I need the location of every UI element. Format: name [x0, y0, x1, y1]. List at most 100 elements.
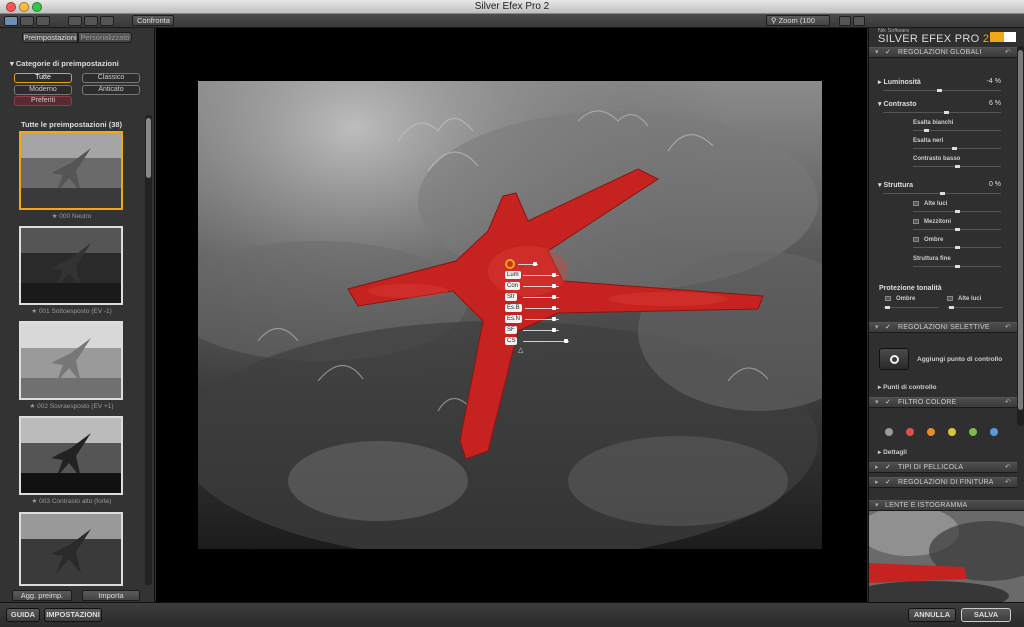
contrasto-knob[interactable]: [944, 111, 949, 114]
fullscreen-icon[interactable]: [853, 16, 865, 26]
section-lens-header[interactable]: ▾ LENTE E ISTOGRAMMA: [869, 500, 1024, 511]
category-classico[interactable]: Classico: [82, 73, 140, 83]
struttura-label[interactable]: ▾ Struttura: [878, 181, 913, 189]
reset-icon[interactable]: ↶: [1005, 478, 1011, 487]
cp-tag-sf[interactable]: SF: [505, 326, 517, 334]
section-global-header[interactable]: ▾ ✓ REGOLAZIONI GLOBALI ↶: [869, 47, 1017, 58]
loupe-icon[interactable]: [839, 16, 851, 26]
triangle-down-icon: ▾: [875, 324, 879, 331]
add-control-point-label[interactable]: Aggiungi punto di controllo: [917, 356, 1002, 363]
lens-preview[interactable]: [869, 511, 1024, 602]
reset-icon[interactable]: ↶: [1005, 323, 1011, 332]
control-point-handle-icon[interactable]: [505, 259, 515, 269]
layout-single-icon[interactable]: [68, 16, 82, 26]
section-selective-header[interactable]: ▾ ✓ REGOLAZIONI SELETTIVE ↶: [869, 322, 1017, 333]
color-filter-red[interactable]: [906, 428, 914, 436]
esalta-neri-knob[interactable]: [952, 147, 957, 150]
checkmark-icon[interactable]: ✓: [885, 463, 891, 472]
preset-thumb-2[interactable]: [19, 321, 123, 400]
cp-knob-esn[interactable]: [552, 317, 556, 321]
section-color-filter-header[interactable]: ▾ ✓ FILTRO COLORE ↶: [869, 397, 1017, 408]
protezione-ombre-knob[interactable]: [885, 306, 890, 309]
checkmark-icon[interactable]: ✓: [885, 323, 891, 332]
cp-tag-con[interactable]: Con: [505, 282, 521, 290]
category-anticato[interactable]: Anticato: [82, 85, 140, 95]
luminosita-slider[interactable]: [883, 90, 1001, 91]
single-view-icon[interactable]: [4, 16, 18, 26]
triangle-right-icon: ▸: [875, 479, 879, 486]
help-button[interactable]: GUIDA: [6, 608, 40, 622]
ombre-knob[interactable]: [955, 246, 960, 249]
checkmark-icon[interactable]: ✓: [885, 48, 891, 57]
control-point-size-knob[interactable]: [533, 262, 537, 266]
struttura-knob[interactable]: [940, 192, 945, 195]
import-button[interactable]: Importa: [82, 590, 140, 601]
settings-button[interactable]: IMPOSTAZIONI: [44, 608, 102, 622]
preset-thumb-1[interactable]: [19, 226, 123, 305]
cp-knob-lum[interactable]: [552, 273, 556, 277]
luminosita-label[interactable]: ▸ Luminosità: [878, 78, 921, 86]
reset-icon[interactable]: ↶: [1005, 48, 1011, 57]
cp-tag-esn[interactable]: Es.N: [505, 315, 523, 323]
preset-thumb-0[interactable]: [19, 131, 123, 210]
layout-split-icon[interactable]: [84, 16, 98, 26]
reset-icon[interactable]: ↶: [1005, 463, 1011, 472]
history-view-icon[interactable]: [36, 16, 50, 26]
category-preferiti[interactable]: Preferiti: [14, 96, 72, 106]
details-toggle[interactable]: ▸ Dettagli: [878, 448, 907, 456]
contrasto-slider[interactable]: [883, 112, 1001, 113]
cp-knob-cs[interactable]: [564, 339, 568, 343]
protezione-ombre-slider[interactable]: [883, 307, 939, 308]
cp-tag-lum[interactable]: Lum: [505, 271, 521, 279]
protezione-alte-luci-slider[interactable]: [947, 307, 1003, 308]
preview-canvas[interactable]: Lum Con Str Es.B Es.N SF CS △: [156, 28, 867, 602]
add-preset-button[interactable]: Agg. preimp.: [12, 590, 72, 601]
cp-tag-esb[interactable]: Es.B: [505, 304, 522, 312]
compare-button[interactable]: Confronta: [132, 15, 174, 26]
cp-tag-cs[interactable]: CS: [505, 337, 518, 345]
cp-tag-str[interactable]: Str: [505, 293, 517, 301]
cancel-button[interactable]: ANNULLA: [908, 608, 956, 622]
tab-custom[interactable]: Personalizzato: [78, 32, 132, 43]
section-film-types-header[interactable]: ▸ ✓ TIPI DI PELLICOLA ↶: [869, 462, 1017, 473]
protezione-ombre-label: Ombre: [896, 296, 916, 302]
category-tutte[interactable]: Tutte: [14, 73, 72, 83]
cp-knob-str[interactable]: [552, 295, 556, 299]
luminosita-knob[interactable]: [937, 89, 942, 92]
color-filter-blue[interactable]: [990, 428, 998, 436]
color-filter-neutral[interactable]: [885, 428, 893, 436]
add-control-point-button[interactable]: [879, 348, 909, 370]
cp-knob-con[interactable]: [552, 284, 556, 288]
color-filter-green[interactable]: [969, 428, 977, 436]
contrasto-basso-knob[interactable]: [955, 165, 960, 168]
protezione-alte-luci-knob[interactable]: [949, 306, 954, 309]
tab-presets[interactable]: Preimpostazioni: [22, 32, 78, 43]
esalta-neri-slider[interactable]: [913, 148, 1001, 149]
category-moderno[interactable]: Moderno: [14, 85, 72, 95]
collapse-triangle-icon[interactable]: △: [518, 346, 523, 354]
esalta-bianchi-knob[interactable]: [924, 129, 929, 132]
cp-knob-sf[interactable]: [552, 328, 556, 332]
grid-view-icon[interactable]: [20, 16, 34, 26]
preset-thumb-4[interactable]: [19, 512, 123, 586]
alte-luci-knob[interactable]: [955, 210, 960, 213]
adjustments-scrollbar-thumb[interactable]: [1018, 50, 1023, 410]
reset-icon[interactable]: ↶: [1005, 398, 1011, 407]
zoom-select[interactable]: ⚲ Zoom (100 %) ▾: [766, 15, 830, 35]
mezzitoni-knob[interactable]: [955, 228, 960, 231]
presets-scrollbar[interactable]: [145, 115, 152, 585]
layout-side-by-side-icon[interactable]: [100, 16, 114, 26]
cp-knob-esb[interactable]: [552, 306, 556, 310]
control-points-toggle[interactable]: ▸ Punti di controllo: [878, 383, 937, 391]
section-finishing-header[interactable]: ▸ ✓ REGOLAZIONI DI FINITURA ↶: [869, 477, 1017, 488]
contrasto-label[interactable]: ▾ Contrasto: [878, 100, 917, 108]
struttura-fine-knob[interactable]: [955, 265, 960, 268]
color-filter-orange[interactable]: [927, 428, 935, 436]
save-button[interactable]: SALVA: [961, 608, 1011, 622]
checkmark-icon[interactable]: ✓: [885, 478, 891, 487]
preset-thumb-3[interactable]: [19, 416, 123, 495]
presets-scrollbar-thumb[interactable]: [146, 118, 151, 178]
color-filter-yellow[interactable]: [948, 428, 956, 436]
categories-title[interactable]: ▾ Categorie di preimpostazioni: [10, 59, 119, 68]
checkmark-icon[interactable]: ✓: [885, 398, 891, 407]
